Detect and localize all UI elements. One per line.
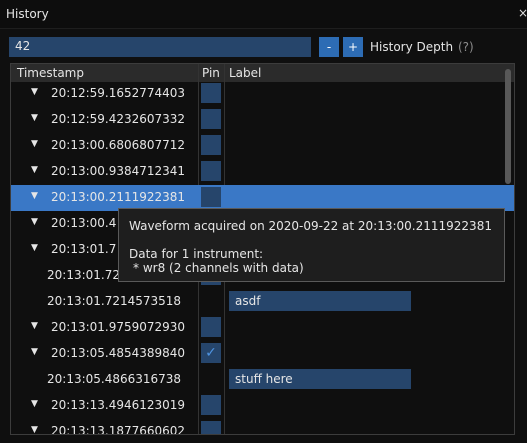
row-timestamp: 20:12:59.1652774403	[51, 86, 186, 100]
table-row[interactable]: ▼ 20:12:59.4232607332	[11, 107, 514, 133]
expand-arrow-icon[interactable]: ▼	[31, 243, 38, 253]
pin-checkbox[interactable]	[201, 421, 221, 434]
expand-arrow-icon[interactable]: ▼	[31, 165, 38, 175]
expand-arrow-icon[interactable]: ▼	[31, 87, 38, 97]
close-icon[interactable]: ×	[518, 6, 527, 20]
row-label-input[interactable]: stuff here	[229, 369, 411, 389]
vertical-scrollbar[interactable]	[505, 69, 511, 184]
table-row[interactable]: ▼ 20:13:13.4946123019	[11, 393, 514, 419]
row-timestamp: 20:13:00.9384712341	[51, 164, 186, 178]
row-timestamp: 20:13:01.7	[51, 242, 117, 256]
table-row[interactable]: 20:13:01.7214573518 asdf	[11, 289, 514, 315]
row-timestamp: 20:13:01.9759072930	[51, 320, 186, 334]
expand-arrow-icon[interactable]: ▼	[31, 399, 38, 409]
row-timestamp: 20:13:05.4866316738	[47, 372, 182, 386]
table-row[interactable]: ▼ 20:13:01.9759072930	[11, 315, 514, 341]
expand-arrow-icon[interactable]: ▼	[31, 321, 38, 331]
pin-checkbox[interactable]	[201, 187, 221, 207]
row-timestamp: 20:13:00.4	[51, 216, 117, 230]
tooltip: Waveform acquired on 2020-09-22 at 20:13…	[118, 208, 505, 282]
header-pin[interactable]: Pin	[202, 66, 220, 80]
row-timestamp: 20:13:01.7214573518	[47, 294, 182, 308]
expand-arrow-icon[interactable]: ▼	[31, 217, 38, 227]
table-row[interactable]: 20:13:05.4866316738 stuff here	[11, 367, 514, 393]
tooltip-title: Waveform acquired on 2020-09-22 at 20:13…	[129, 219, 492, 233]
tooltip-detail: * wr8 (2 channels with data)	[133, 261, 304, 275]
expand-arrow-icon[interactable]: ▼	[31, 191, 38, 201]
pin-checkbox[interactable]	[201, 161, 221, 181]
table-row[interactable]: ▼ 20:13:13.1877660602	[11, 419, 514, 435]
expand-arrow-icon[interactable]: ▼	[31, 113, 38, 123]
header-timestamp[interactable]: Timestamp	[17, 66, 84, 80]
table-row[interactable]: ▼ 20:12:59.1652774403	[11, 81, 514, 107]
row-timestamp: 20:13:00.6806807712	[51, 138, 186, 152]
row-timestamp: 20:13:00.2111922381	[51, 190, 186, 204]
pin-checkbox[interactable]	[201, 135, 221, 155]
pin-checkbox[interactable]	[201, 317, 221, 337]
pin-checkbox[interactable]	[201, 83, 221, 103]
table-row[interactable]: ▼ 20:13:00.6806807712	[11, 133, 514, 159]
row-timestamp: 20:12:59.4232607332	[51, 112, 186, 126]
pin-checkbox[interactable]	[201, 109, 221, 129]
help-marker[interactable]: (?)	[458, 40, 474, 54]
expand-arrow-icon[interactable]: ▼	[31, 425, 38, 434]
table-header: Timestamp Pin Label	[11, 64, 514, 82]
tooltip-detail: Data for 1 instrument:	[129, 247, 264, 261]
expand-arrow-icon[interactable]: ▼	[31, 139, 38, 149]
row-label-input[interactable]: asdf	[229, 291, 411, 311]
history-depth-input[interactable]: 42	[9, 37, 311, 57]
window-title: History	[6, 7, 49, 21]
title-bar: History ×	[0, 0, 527, 29]
row-timestamp: 20:13:13.1877660602	[51, 424, 186, 435]
header-label[interactable]: Label	[229, 66, 261, 80]
row-timestamp: 20:13:13.4946123019	[51, 398, 186, 412]
expand-arrow-icon[interactable]: ▼	[31, 347, 38, 357]
history-depth-label: History Depth	[370, 40, 454, 54]
pin-checkbox[interactable]	[201, 395, 221, 415]
table-row[interactable]: ▼ 20:13:00.9384712341	[11, 159, 514, 185]
row-timestamp: 20:13:05.4854389840	[51, 346, 186, 360]
decrease-depth-button[interactable]: -	[319, 37, 339, 57]
increase-depth-button[interactable]: +	[343, 37, 363, 57]
pin-checkbox-checked[interactable]: ✓	[201, 343, 221, 363]
table-row[interactable]: ▼ 20:13:05.4854389840 ✓	[11, 341, 514, 367]
row-timestamp: 20:13:01.72	[47, 268, 120, 282]
